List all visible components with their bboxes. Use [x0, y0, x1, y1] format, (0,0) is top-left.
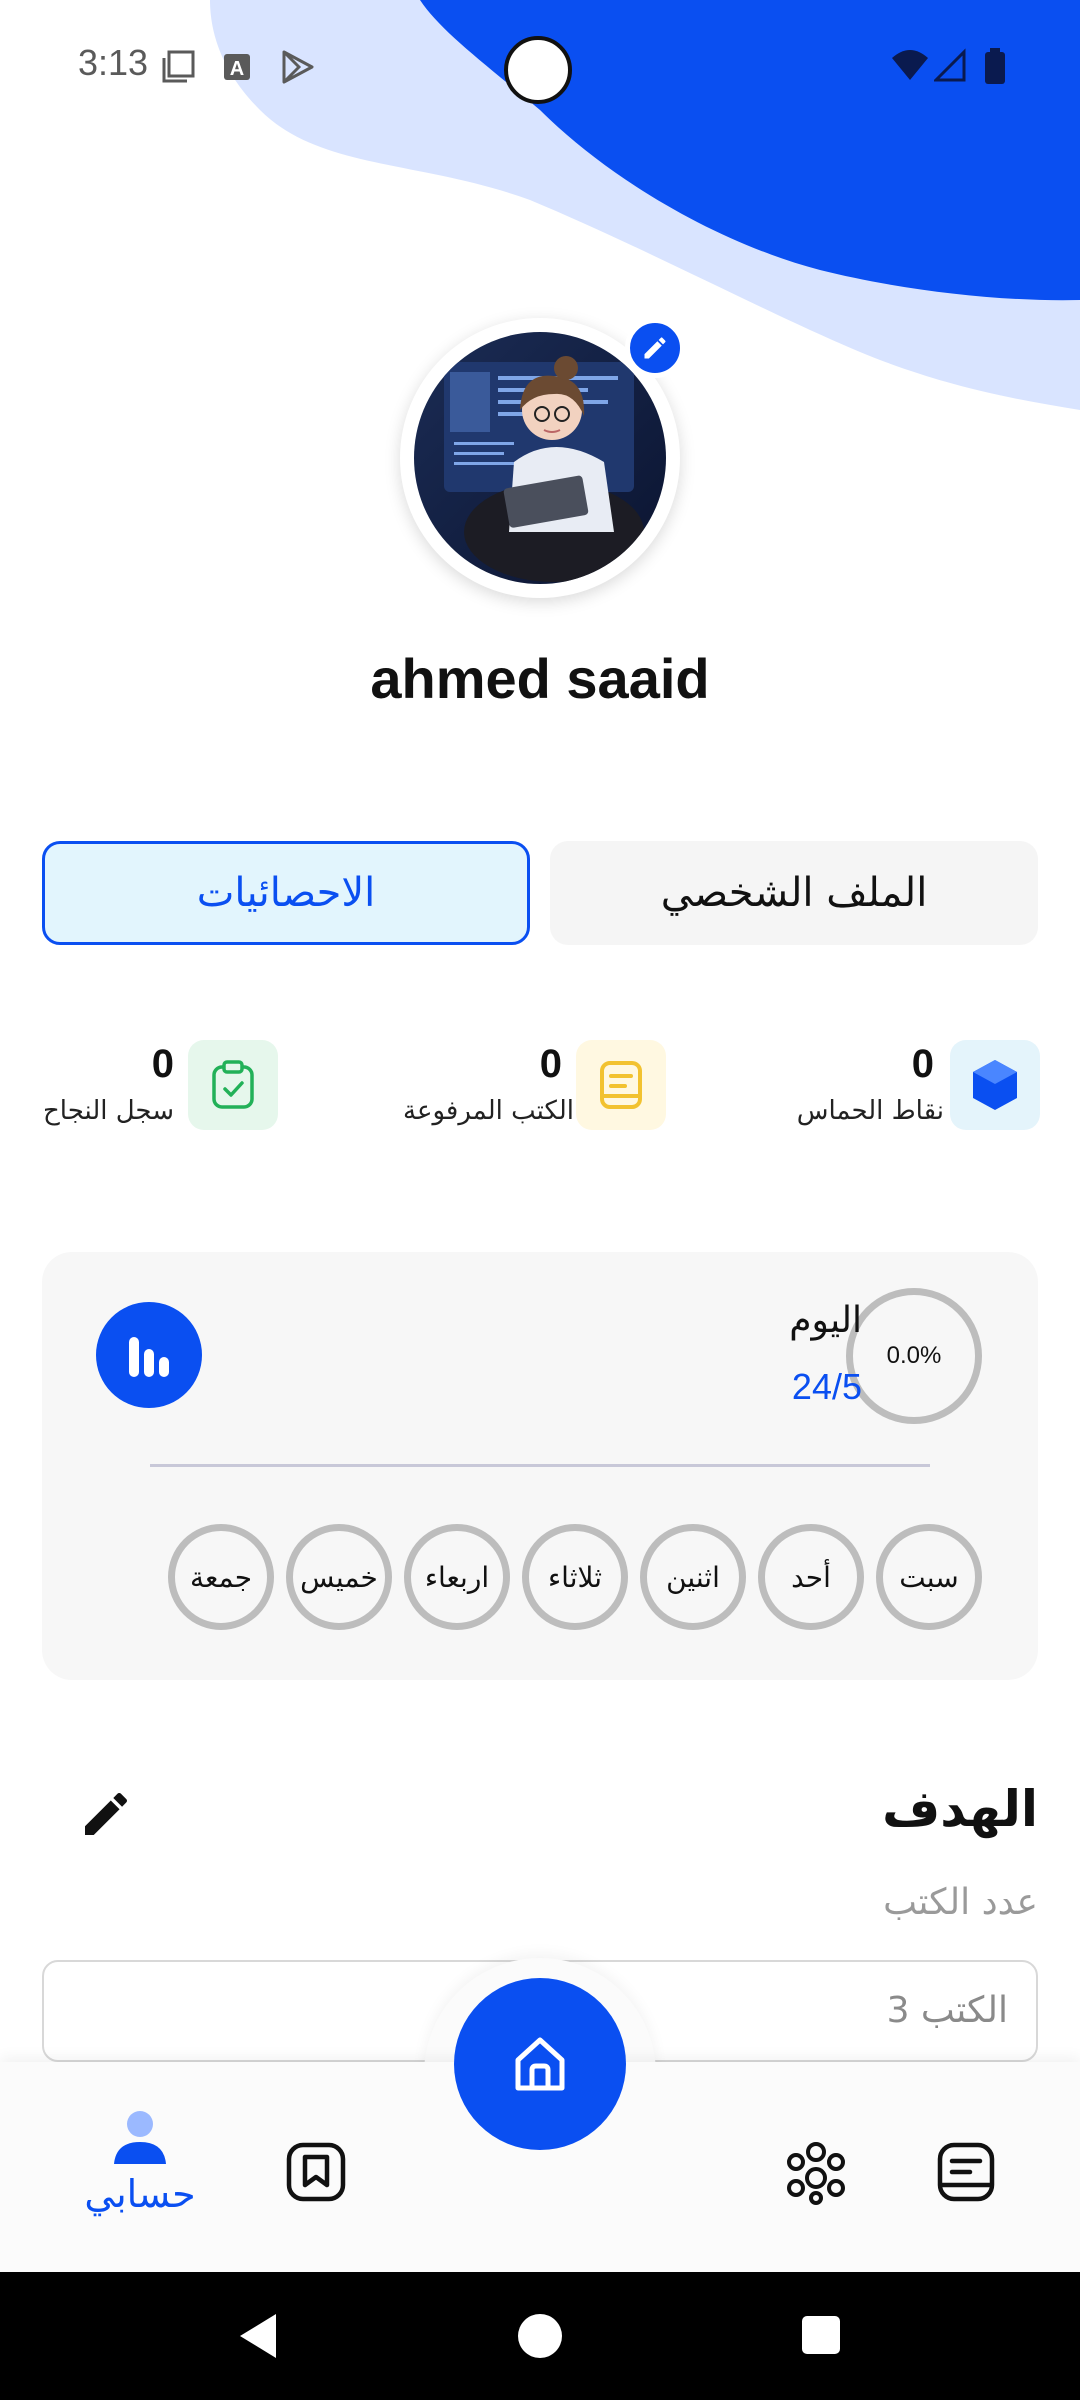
stat-value: 0	[151, 1042, 174, 1086]
stat-success-record: 0 سجل النجاح	[30, 1040, 280, 1130]
home-button[interactable]	[454, 1978, 626, 2150]
goal-title: الهدف	[882, 1780, 1038, 1838]
status-time: 3:13	[78, 42, 149, 83]
stat-label: سجل النجاح	[42, 1096, 174, 1126]
stat-value: 0	[539, 1042, 562, 1086]
tab-profile[interactable]: الملف الشخصي	[550, 841, 1038, 945]
stat-enthusiasm-points: 0 نقاط الحماس	[640, 1040, 1040, 1130]
stat-label: الكتب المرفوعة	[403, 1096, 574, 1126]
nav-notes[interactable]	[930, 2136, 1002, 2208]
recents-icon[interactable]	[800, 2314, 842, 2356]
system-home-icon[interactable]	[516, 2312, 564, 2360]
daily-progress-ring: 0.0%	[846, 1288, 982, 1424]
day-saturday[interactable]: سبت	[876, 1524, 982, 1630]
nav-bookmarks[interactable]	[280, 2136, 352, 2208]
day-thursday[interactable]: خميس	[286, 1524, 392, 1630]
stat-uploaded-books: 0 الكتب المرفوعة	[250, 1040, 670, 1130]
home-icon	[515, 2037, 565, 2091]
camera-cutout	[504, 36, 572, 104]
user-name: ahmed saaid	[370, 647, 710, 710]
day-tuesday[interactable]: ثلاثاء	[522, 1524, 628, 1630]
today-count: 24/5	[791, 1366, 862, 1407]
a-badge-icon: A	[224, 54, 250, 80]
status-bar: 3:13 A	[0, 0, 1080, 136]
nav-account-label[interactable]: حسابي	[70, 2172, 210, 2216]
stat-value: 0	[911, 1042, 934, 1086]
back-icon[interactable]	[234, 2310, 282, 2362]
book-icon	[576, 1040, 666, 1130]
clipboard-check-icon	[188, 1040, 278, 1130]
bar-chart-icon	[129, 1337, 169, 1377]
today-label: اليوم	[789, 1300, 862, 1341]
stat-label: نقاط الحماس	[796, 1096, 944, 1126]
nav-community[interactable]	[778, 2134, 854, 2210]
avatar-illustration	[414, 332, 666, 584]
day-friday[interactable]: جمعة	[168, 1524, 274, 1630]
battery-icon	[985, 48, 1005, 84]
pencil-icon	[644, 337, 666, 359]
signal-icon	[934, 48, 966, 82]
day-sunday[interactable]: أحد	[758, 1524, 864, 1630]
avatar-frame[interactable]	[400, 318, 685, 598]
day-monday[interactable]: اثنين	[640, 1524, 746, 1630]
weekly-progress-card: 0.0% اليوم 24/5 سبت أحد اثنين ثلاثاء ارب…	[42, 1252, 1038, 1680]
edit-avatar-button[interactable]	[625, 318, 685, 378]
account-icon	[114, 2111, 166, 2164]
notes-icon	[937, 2142, 995, 2202]
tab-statistics[interactable]: الاحصائيات	[42, 841, 530, 945]
system-navigation-bar	[0, 2272, 1080, 2400]
edit-goal-icon[interactable]	[78, 1786, 134, 1842]
screen-icon	[162, 50, 195, 83]
statistics-button[interactable]	[96, 1302, 202, 1408]
wifi-icon	[892, 50, 928, 80]
day-wednesday[interactable]: اربعاء	[404, 1524, 510, 1630]
goal-subtitle: عدد الكتب	[883, 1882, 1038, 1923]
play-store-icon	[282, 50, 314, 84]
community-icon	[787, 2142, 845, 2205]
hexagon-icon	[950, 1040, 1040, 1130]
card-divider	[150, 1464, 930, 1467]
avatar	[414, 332, 666, 584]
nav-account[interactable]	[104, 2106, 176, 2170]
svg-text:A: A	[230, 58, 244, 80]
bookmark-icon	[286, 2142, 346, 2202]
